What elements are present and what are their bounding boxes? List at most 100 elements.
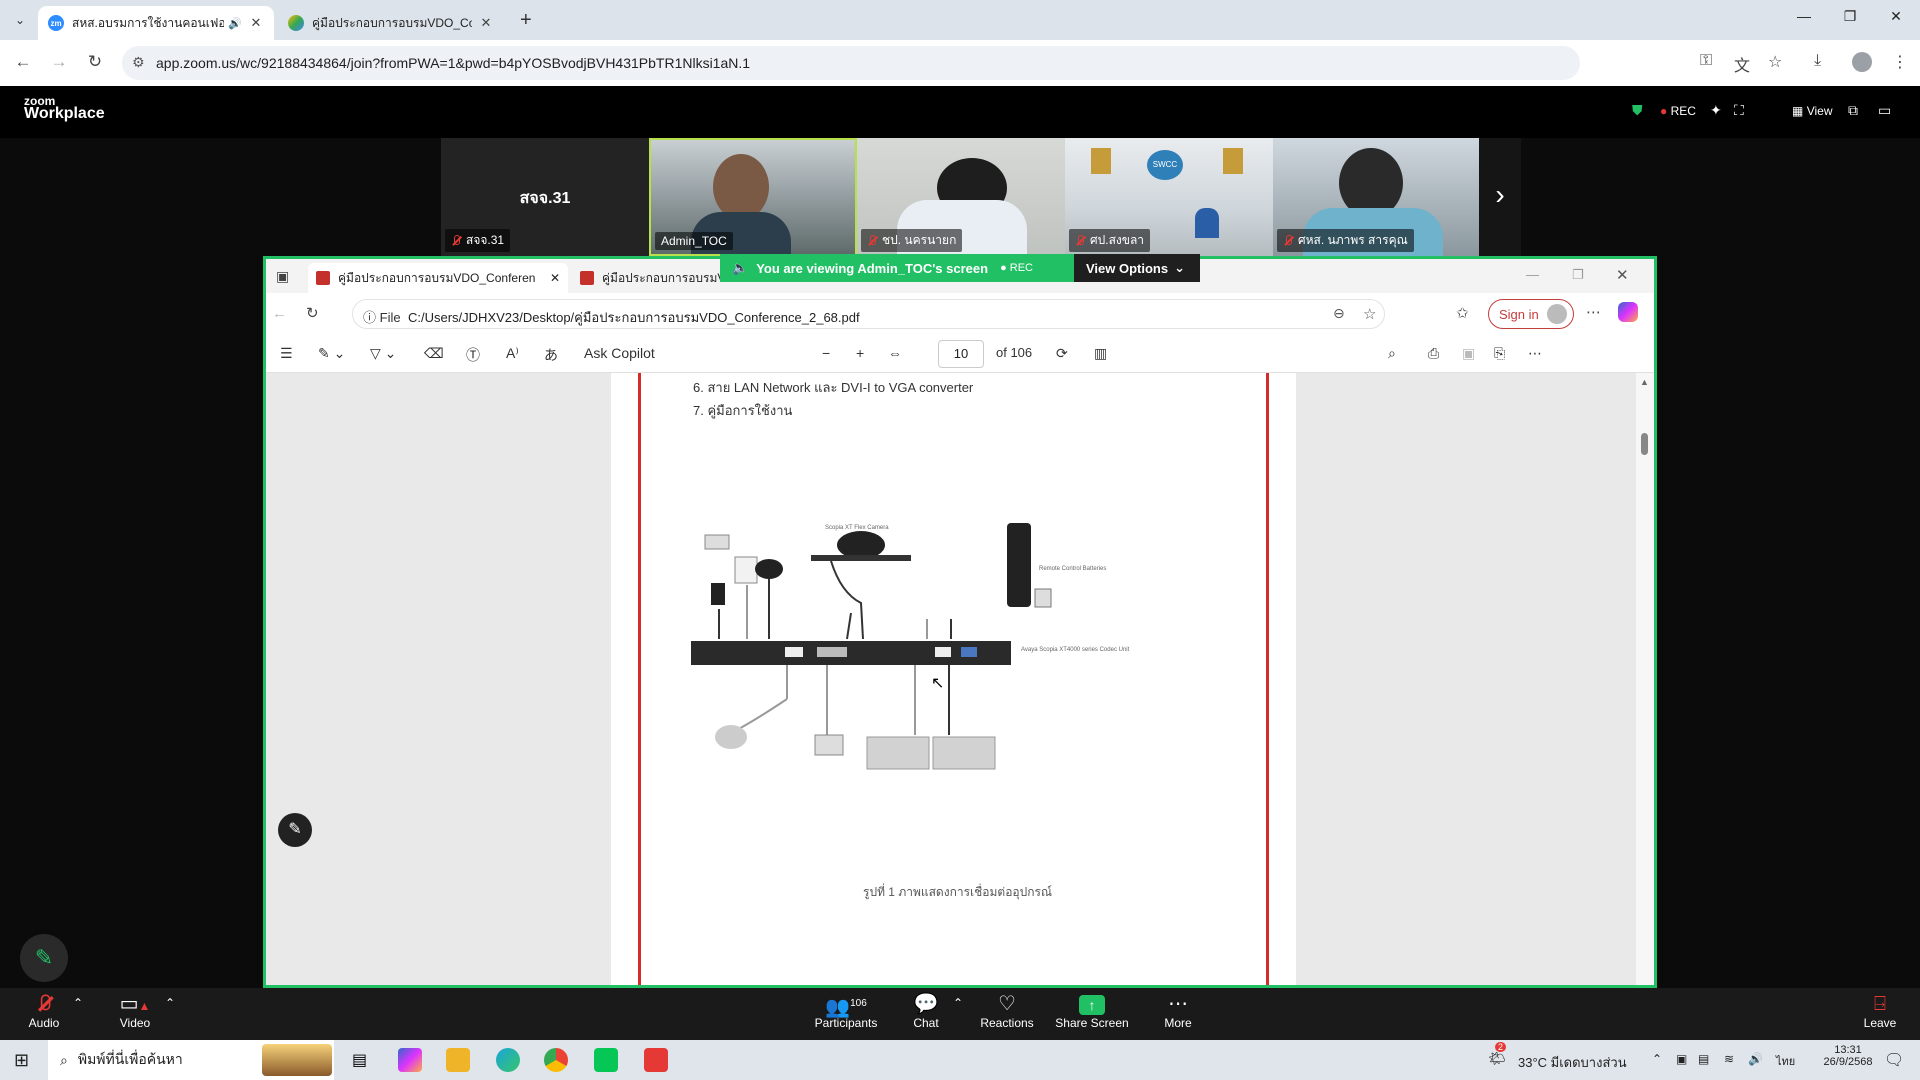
draw-icon[interactable]: ▽ ⌄ — [370, 345, 396, 362]
reload-icon[interactable]: ↻ — [84, 52, 106, 72]
edge-icon[interactable] — [496, 1048, 520, 1072]
weather-icon[interactable]: 🌤 — [1488, 1050, 1506, 1067]
back-icon[interactable]: ← — [272, 305, 287, 322]
minimize-meeting-icon[interactable]: ▭ — [1878, 102, 1891, 119]
close-window-icon[interactable]: ✕ — [1616, 266, 1629, 284]
scroll-thumb[interactable] — [1641, 433, 1648, 455]
task-view-icon[interactable]: ▤ — [352, 1050, 367, 1070]
download-icon[interactable]: ⤓ — [1814, 52, 1821, 70]
password-key-icon[interactable]: ⚿ — [1700, 52, 1712, 70]
volume-icon[interactable]: 🔊 — [1748, 1052, 1763, 1066]
audio-options-chevron-icon[interactable]: ⌃ — [70, 996, 86, 1010]
favorites-icon[interactable]: ✩ — [1456, 304, 1469, 322]
tray-chevron-up-icon[interactable]: ⌃ — [1652, 1052, 1662, 1066]
scroll-up-icon[interactable]: ▲ — [1640, 377, 1649, 387]
tray-app-icon[interactable]: ▣ — [1676, 1052, 1687, 1066]
speaker-icon[interactable]: 🔊 — [228, 17, 242, 30]
view-menu-button[interactable]: ▦ View — [1792, 104, 1832, 118]
minimize-icon[interactable]: — — [1526, 267, 1539, 282]
contents-icon[interactable]: ☰ — [280, 345, 293, 362]
participant-tile[interactable]: ชป. นครนายก — [857, 138, 1065, 256]
ask-copilot-button[interactable]: Ask Copilot — [584, 345, 655, 361]
view-options-button[interactable]: View Options ⌄ — [1074, 254, 1200, 282]
url-box[interactable]: ⚙ app.zoom.us/wc/92188434864/join?fromPW… — [122, 46, 1580, 80]
zoom-out-icon[interactable]: ⊖ — [1333, 305, 1345, 322]
tray-app-icon[interactable]: ▤ — [1698, 1052, 1709, 1066]
favorite-star-icon[interactable]: ☆ — [1363, 305, 1376, 323]
erase-icon[interactable]: ⌫ — [424, 345, 444, 362]
participant-tile[interactable]: SWCC ศป.สงขลา — [1065, 138, 1273, 256]
audio-button[interactable]: Audio — [24, 992, 64, 1030]
windows-start-icon[interactable]: ⊞ — [14, 1050, 29, 1071]
fullscreen-icon[interactable]: ⛶ — [1734, 102, 1744, 119]
copilot-icon[interactable] — [1618, 302, 1638, 322]
fit-page-icon[interactable]: ⇔ — [888, 345, 902, 361]
read-aloud-icon[interactable]: A⁾ — [506, 345, 519, 362]
language-indicator[interactable]: ไทย — [1776, 1052, 1795, 1070]
close-tab-icon[interactable]: ✕ — [248, 15, 264, 31]
forward-icon[interactable]: → — [48, 52, 70, 72]
pdf-scrollbar[interactable]: ▲ — [1636, 373, 1654, 985]
video-options-chevron-icon[interactable]: ⌃ — [162, 996, 178, 1010]
chrome-icon[interactable] — [544, 1048, 568, 1072]
bookmark-star-icon[interactable]: ☆ — [1768, 52, 1782, 72]
share-screen-button[interactable]: ↑ Share Screen — [1054, 992, 1130, 1030]
gallery-next-chevron-icon[interactable]: › — [1479, 138, 1521, 256]
participant-tile[interactable]: สจจ.31 สจจ.31 — [441, 138, 649, 256]
participants-button[interactable]: 👥106 Participants — [806, 992, 886, 1030]
edge-url-box[interactable]: ⓘ File C:/Users/JDHXV23/Desktop/คู่มือปร… — [352, 299, 1385, 329]
clock[interactable]: 13:31 26/9/2568 — [1818, 1044, 1878, 1068]
edge-tab[interactable]: คู่มือประกอบการอบรมVDO_Conferen ✕ — [308, 263, 568, 293]
new-tab-button[interactable]: + — [520, 9, 532, 32]
browser-tab-drive[interactable]: คู่มือประกอบการอบรมVDO_Confe ✕ — [278, 6, 504, 40]
ai-companion-icon[interactable]: ✦ — [1710, 102, 1722, 119]
participant-tile-active-speaker[interactable]: Admin_TOC — [649, 138, 857, 256]
profile-avatar-icon[interactable] — [1852, 52, 1872, 72]
wps-office-icon[interactable] — [644, 1048, 668, 1072]
close-window-icon[interactable]: ✕ — [1886, 8, 1906, 25]
close-tab-icon[interactable]: ✕ — [550, 271, 560, 285]
restore-icon[interactable]: ❐ — [1572, 267, 1584, 283]
tab-search-chevron-icon[interactable]: ⌄ — [10, 10, 30, 30]
print-icon[interactable]: ⎙ — [1428, 345, 1439, 362]
taskbar-search-box[interactable]: ⌕ พิมพ์ที่นี่เพื่อค้นหา — [48, 1040, 334, 1080]
reload-icon[interactable]: ↻ — [306, 304, 319, 322]
translate-icon[interactable]: 文 — [1734, 52, 1750, 76]
copilot-icon[interactable] — [398, 1048, 422, 1072]
highlight-icon[interactable]: ✎ ⌄ — [318, 345, 345, 362]
weather-text[interactable]: 33°C มีเดดบางส่วน — [1518, 1052, 1627, 1073]
save-icon[interactable]: ▣ — [1462, 345, 1475, 362]
leave-button[interactable]: ⍈ Leave — [1860, 992, 1900, 1030]
recording-indicator[interactable]: ● REC — [1660, 104, 1696, 118]
rotate-icon[interactable]: ⟳ — [1056, 345, 1068, 362]
edge-tab[interactable]: คู่มือประกอบการอบรมV — [572, 263, 722, 293]
zoom-out-icon[interactable]: − — [822, 345, 830, 361]
annotate-pen-icon[interactable]: ✎ — [278, 813, 312, 847]
pip-icon[interactable]: ⧉ — [1848, 102, 1858, 119]
participant-tile[interactable]: ศหส. นภาพร สารคุณ — [1273, 138, 1481, 256]
more-options-icon[interactable]: ⋯ — [1528, 345, 1542, 362]
file-explorer-icon[interactable] — [446, 1048, 470, 1072]
pdf-viewer-area[interactable]: 6. สาย LAN Network และ DVI-I to VGA conv… — [266, 373, 1654, 985]
save-as-icon[interactable]: ⎘ — [1494, 345, 1505, 362]
close-tab-icon[interactable]: ✕ — [478, 15, 494, 31]
site-info-icon[interactable]: ⚙ — [132, 54, 145, 71]
reactions-button[interactable]: ♡ Reactions — [976, 992, 1038, 1030]
translate-icon[interactable]: あ — [544, 345, 558, 365]
browser-tab-zoom[interactable]: zm สหส.อบรมการใช้งานคอนเฟอร์ร 🔊 ✕ — [38, 6, 274, 40]
encryption-shield-icon[interactable]: ⛊ — [1632, 102, 1643, 119]
sign-in-button[interactable]: Sign in — [1488, 299, 1574, 329]
line-icon[interactable] — [594, 1048, 618, 1072]
page-number-input[interactable]: 10 — [938, 340, 984, 368]
restore-icon[interactable]: ❐ — [1840, 8, 1860, 25]
more-options-icon[interactable]: ⋯ — [1586, 303, 1601, 321]
chat-button[interactable]: 💬 Chat — [906, 992, 946, 1030]
back-icon[interactable]: ← — [12, 52, 34, 72]
more-button[interactable]: ⋯ More — [1158, 992, 1198, 1030]
search-icon[interactable]: ⌕ — [1388, 345, 1396, 362]
annotation-pen-icon[interactable]: ✎ — [20, 934, 68, 982]
browser-menu-icon[interactable]: ⋮ — [1892, 52, 1908, 72]
text-box-icon[interactable]: Ⓣ — [466, 345, 480, 365]
notification-center-icon[interactable]: 🗨 — [1884, 1050, 1904, 1070]
shared-screen[interactable]: ▣ คู่มือประกอบการอบรมVDO_Conferen ✕ คู่ม… — [263, 256, 1657, 988]
